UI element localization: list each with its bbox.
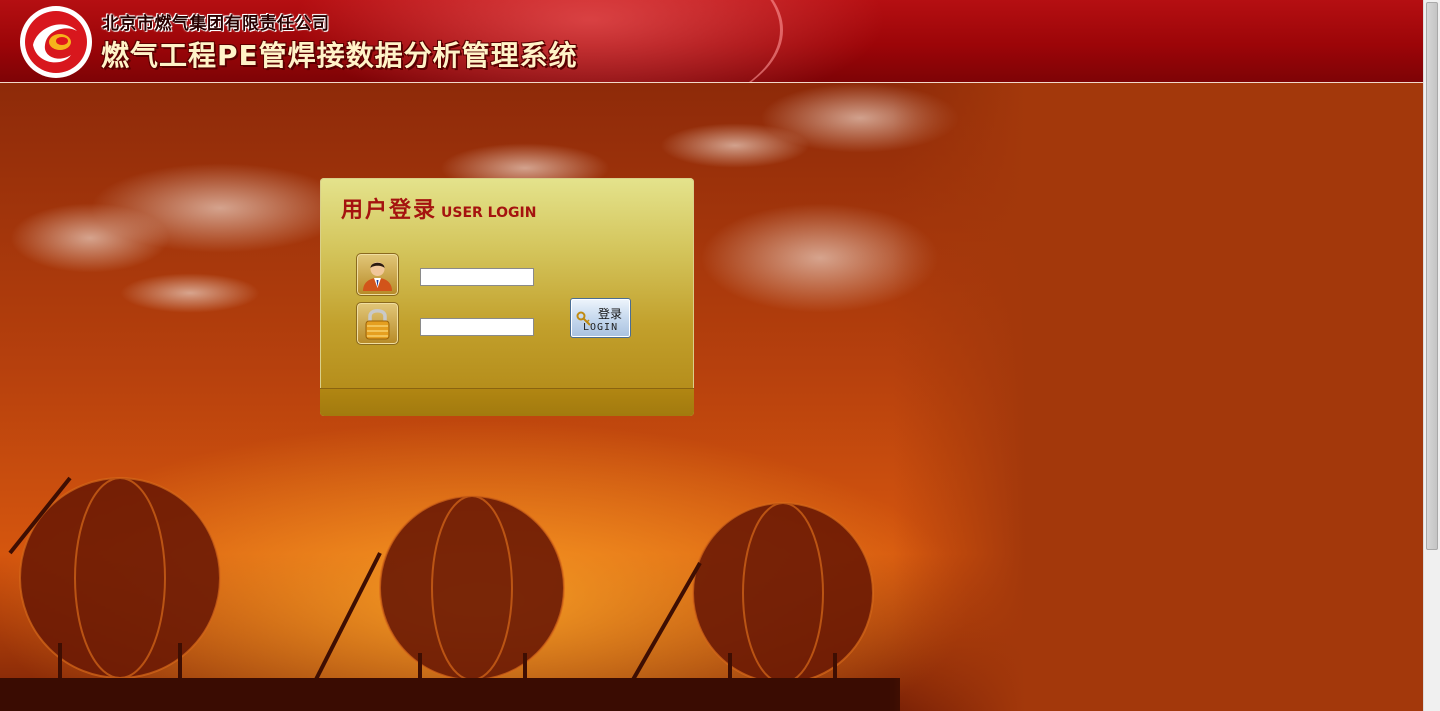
header-banner: 北京市燃气集团有限责任公司 燃气工程PE管焊接数据分析管理系统: [0, 0, 1423, 83]
login-heading-en: USER LOGIN: [441, 205, 537, 221]
login-panel: 用户登录 USER LOGIN 登录 LOGIN: [320, 178, 694, 416]
company-name: 北京市燃气集团有限责任公司: [102, 14, 330, 34]
password-input[interactable]: [420, 318, 534, 336]
login-button-label-cn: 登录: [598, 307, 623, 321]
gas-group-logo-icon: [20, 6, 92, 78]
scrollbar-thumb[interactable]: [1426, 2, 1438, 550]
padlock-icon: [356, 302, 399, 345]
login-heading-cn: 用户登录: [341, 198, 438, 223]
vertical-scrollbar[interactable]: [1423, 0, 1440, 711]
login-button-label-en: LOGIN: [583, 322, 619, 333]
login-panel-footer: [320, 388, 694, 416]
user-avatar-icon: [356, 253, 399, 296]
background-scene: [0, 83, 1423, 711]
background-gradient: [893, 83, 1423, 711]
login-heading: 用户登录 USER LOGIN: [341, 192, 536, 224]
username-input[interactable]: [420, 268, 534, 286]
login-button[interactable]: 登录 LOGIN: [570, 298, 631, 338]
system-title: 燃气工程PE管焊接数据分析管理系统: [101, 39, 578, 72]
